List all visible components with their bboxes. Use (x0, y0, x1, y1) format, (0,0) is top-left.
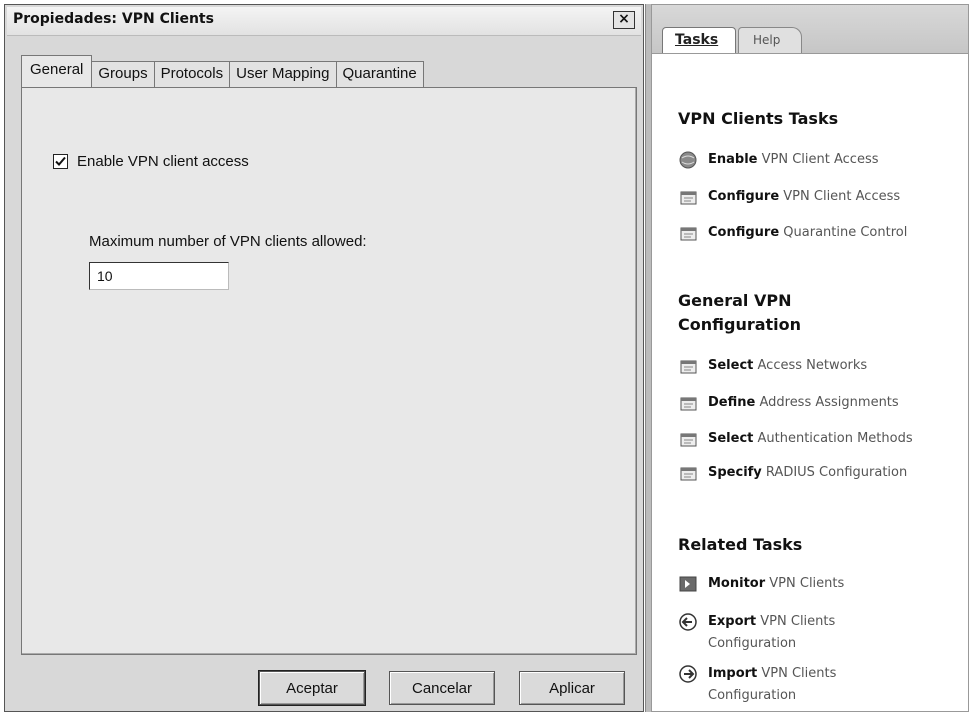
properties-dialog: Propiedades: VPN Clients × General Group… (4, 4, 644, 712)
tab-help[interactable]: Help (738, 27, 802, 53)
task-define-address-assignments[interactable]: Define Address Assignments (678, 392, 968, 414)
task-monitor-vpn-clients[interactable]: Monitor VPN Clients (678, 573, 968, 595)
properties-icon (680, 397, 697, 411)
properties-icon (680, 467, 697, 481)
section-title-vpn-clients-tasks: VPN Clients Tasks (678, 109, 839, 128)
properties-icon (680, 227, 697, 241)
properties-icon (680, 191, 697, 205)
enable-globe-icon (679, 151, 697, 169)
tab-quarantine[interactable]: Quarantine (336, 61, 424, 87)
tab-user-mapping[interactable]: User Mapping (230, 61, 337, 87)
tab-tasks[interactable]: Tasks (662, 27, 736, 53)
properties-icon (680, 360, 697, 374)
task-select-authentication-methods[interactable]: Select Authentication Methods (678, 428, 968, 450)
task-configure-vpn-client-access[interactable]: Configure VPN Client Access (678, 186, 968, 208)
dialog-titlebar[interactable]: Propiedades: VPN Clients × (7, 7, 641, 36)
monitor-arrow-icon (679, 576, 697, 592)
max-clients-label: Maximum number of VPN clients allowed: (89, 233, 367, 250)
dialog-title: Propiedades: VPN Clients (13, 11, 214, 27)
task-import-vpn-clients-configuration[interactable]: Import VPN Clients Configuration (678, 663, 968, 707)
enable-vpn-access-checkbox[interactable] (53, 154, 68, 169)
section-title-general-vpn-configuration: General VPN Configuration (678, 291, 802, 334)
task-specify-radius-configuration[interactable]: Specify RADIUS Configuration (678, 462, 968, 484)
check-icon (55, 156, 66, 166)
task-configure-quarantine-control[interactable]: Configure Quarantine Control (678, 222, 968, 244)
close-icon: × (618, 11, 630, 27)
enable-vpn-access-label: Enable VPN client access (77, 153, 249, 170)
close-button[interactable]: × (613, 11, 635, 29)
tab-general[interactable]: General (21, 55, 93, 87)
properties-icon (680, 433, 697, 447)
tab-protocols[interactable]: Protocols (154, 61, 231, 87)
section-title-related-tasks: Related Tasks (678, 535, 803, 554)
cancel-button[interactable]: Cancelar (389, 671, 495, 705)
general-tab-panel (21, 87, 637, 655)
task-pane: Tasks Help VPN Clients Tasks Enable VPN … (651, 4, 969, 712)
ok-button[interactable]: Aceptar (258, 670, 366, 706)
import-arrow-icon (679, 665, 697, 683)
export-arrow-icon (679, 613, 697, 631)
dialog-tabs: General Groups Protocols User Mapping Qu… (21, 55, 424, 87)
task-export-vpn-clients-configuration[interactable]: Export VPN Clients Configuration (678, 611, 968, 655)
task-enable-vpn-client-access[interactable]: Enable VPN Client Access (678, 149, 968, 171)
tab-groups[interactable]: Groups (92, 61, 155, 87)
enable-vpn-access-row[interactable]: Enable VPN client access (53, 153, 249, 170)
apply-button[interactable]: Aplicar (519, 671, 625, 705)
max-clients-input[interactable]: 10 (89, 262, 229, 290)
task-select-access-networks[interactable]: Select Access Networks (678, 355, 968, 377)
